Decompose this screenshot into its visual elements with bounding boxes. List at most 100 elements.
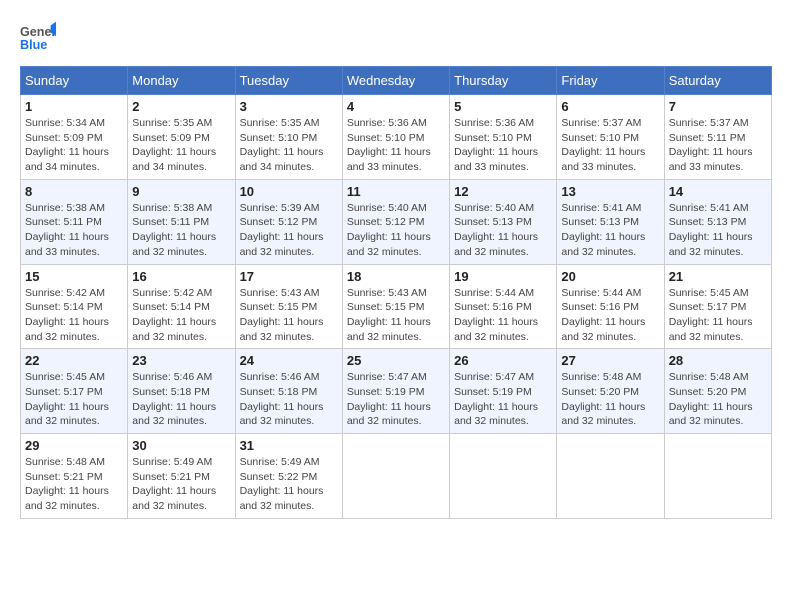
day-info: Sunrise: 5:36 AM Sunset: 5:10 PM Dayligh…: [454, 116, 552, 175]
day-info: Sunrise: 5:43 AM Sunset: 5:15 PM Dayligh…: [347, 286, 445, 345]
logo-area: General Blue: [20, 20, 60, 56]
calendar-cell: 21 Sunrise: 5:45 AM Sunset: 5:17 PM Dayl…: [664, 264, 771, 349]
day-info: Sunrise: 5:49 AM Sunset: 5:22 PM Dayligh…: [240, 455, 338, 514]
calendar-cell: 4 Sunrise: 5:36 AM Sunset: 5:10 PM Dayli…: [342, 95, 449, 180]
day-header-friday: Friday: [557, 67, 664, 95]
day-info: Sunrise: 5:48 AM Sunset: 5:20 PM Dayligh…: [669, 370, 767, 429]
calendar-header-row: SundayMondayTuesdayWednesdayThursdayFrid…: [21, 67, 772, 95]
day-info: Sunrise: 5:44 AM Sunset: 5:16 PM Dayligh…: [454, 286, 552, 345]
day-info: Sunrise: 5:38 AM Sunset: 5:11 PM Dayligh…: [132, 201, 230, 260]
calendar-cell: 28 Sunrise: 5:48 AM Sunset: 5:20 PM Dayl…: [664, 349, 771, 434]
calendar-week-row: 15 Sunrise: 5:42 AM Sunset: 5:14 PM Dayl…: [21, 264, 772, 349]
calendar-cell: 8 Sunrise: 5:38 AM Sunset: 5:11 PM Dayli…: [21, 179, 128, 264]
calendar-cell: [342, 434, 449, 519]
calendar-cell: 6 Sunrise: 5:37 AM Sunset: 5:10 PM Dayli…: [557, 95, 664, 180]
calendar-cell: 5 Sunrise: 5:36 AM Sunset: 5:10 PM Dayli…: [450, 95, 557, 180]
day-number: 9: [132, 184, 230, 199]
calendar-cell: 27 Sunrise: 5:48 AM Sunset: 5:20 PM Dayl…: [557, 349, 664, 434]
day-number: 19: [454, 269, 552, 284]
day-number: 26: [454, 353, 552, 368]
calendar-week-row: 1 Sunrise: 5:34 AM Sunset: 5:09 PM Dayli…: [21, 95, 772, 180]
day-info: Sunrise: 5:41 AM Sunset: 5:13 PM Dayligh…: [561, 201, 659, 260]
day-info: Sunrise: 5:41 AM Sunset: 5:13 PM Dayligh…: [669, 201, 767, 260]
day-header-tuesday: Tuesday: [235, 67, 342, 95]
day-info: Sunrise: 5:48 AM Sunset: 5:21 PM Dayligh…: [25, 455, 123, 514]
day-info: Sunrise: 5:36 AM Sunset: 5:10 PM Dayligh…: [347, 116, 445, 175]
calendar-week-row: 29 Sunrise: 5:48 AM Sunset: 5:21 PM Dayl…: [21, 434, 772, 519]
day-number: 18: [347, 269, 445, 284]
day-number: 25: [347, 353, 445, 368]
calendar-cell: 31 Sunrise: 5:49 AM Sunset: 5:22 PM Dayl…: [235, 434, 342, 519]
day-number: 8: [25, 184, 123, 199]
day-info: Sunrise: 5:45 AM Sunset: 5:17 PM Dayligh…: [25, 370, 123, 429]
day-info: Sunrise: 5:47 AM Sunset: 5:19 PM Dayligh…: [454, 370, 552, 429]
day-number: 31: [240, 438, 338, 453]
day-number: 10: [240, 184, 338, 199]
day-number: 17: [240, 269, 338, 284]
day-number: 6: [561, 99, 659, 114]
day-number: 12: [454, 184, 552, 199]
day-info: Sunrise: 5:35 AM Sunset: 5:10 PM Dayligh…: [240, 116, 338, 175]
day-number: 16: [132, 269, 230, 284]
day-info: Sunrise: 5:37 AM Sunset: 5:10 PM Dayligh…: [561, 116, 659, 175]
calendar-cell: 10 Sunrise: 5:39 AM Sunset: 5:12 PM Dayl…: [235, 179, 342, 264]
calendar-cell: 17 Sunrise: 5:43 AM Sunset: 5:15 PM Dayl…: [235, 264, 342, 349]
day-info: Sunrise: 5:35 AM Sunset: 5:09 PM Dayligh…: [132, 116, 230, 175]
calendar-cell: 25 Sunrise: 5:47 AM Sunset: 5:19 PM Dayl…: [342, 349, 449, 434]
calendar-week-row: 8 Sunrise: 5:38 AM Sunset: 5:11 PM Dayli…: [21, 179, 772, 264]
calendar-cell: 22 Sunrise: 5:45 AM Sunset: 5:17 PM Dayl…: [21, 349, 128, 434]
day-number: 2: [132, 99, 230, 114]
day-header-wednesday: Wednesday: [342, 67, 449, 95]
day-header-thursday: Thursday: [450, 67, 557, 95]
day-info: Sunrise: 5:47 AM Sunset: 5:19 PM Dayligh…: [347, 370, 445, 429]
day-number: 30: [132, 438, 230, 453]
day-number: 21: [669, 269, 767, 284]
day-info: Sunrise: 5:42 AM Sunset: 5:14 PM Dayligh…: [132, 286, 230, 345]
svg-text:Blue: Blue: [20, 38, 47, 52]
day-info: Sunrise: 5:34 AM Sunset: 5:09 PM Dayligh…: [25, 116, 123, 175]
calendar-cell: 18 Sunrise: 5:43 AM Sunset: 5:15 PM Dayl…: [342, 264, 449, 349]
day-info: Sunrise: 5:37 AM Sunset: 5:11 PM Dayligh…: [669, 116, 767, 175]
day-info: Sunrise: 5:46 AM Sunset: 5:18 PM Dayligh…: [132, 370, 230, 429]
day-info: Sunrise: 5:42 AM Sunset: 5:14 PM Dayligh…: [25, 286, 123, 345]
day-number: 11: [347, 184, 445, 199]
day-info: Sunrise: 5:39 AM Sunset: 5:12 PM Dayligh…: [240, 201, 338, 260]
day-info: Sunrise: 5:49 AM Sunset: 5:21 PM Dayligh…: [132, 455, 230, 514]
day-number: 7: [669, 99, 767, 114]
calendar-cell: 11 Sunrise: 5:40 AM Sunset: 5:12 PM Dayl…: [342, 179, 449, 264]
day-info: Sunrise: 5:40 AM Sunset: 5:13 PM Dayligh…: [454, 201, 552, 260]
calendar-cell: 20 Sunrise: 5:44 AM Sunset: 5:16 PM Dayl…: [557, 264, 664, 349]
day-number: 4: [347, 99, 445, 114]
calendar-cell: 3 Sunrise: 5:35 AM Sunset: 5:10 PM Dayli…: [235, 95, 342, 180]
day-info: Sunrise: 5:48 AM Sunset: 5:20 PM Dayligh…: [561, 370, 659, 429]
day-header-sunday: Sunday: [21, 67, 128, 95]
calendar-cell: [450, 434, 557, 519]
day-number: 22: [25, 353, 123, 368]
day-info: Sunrise: 5:38 AM Sunset: 5:11 PM Dayligh…: [25, 201, 123, 260]
calendar-cell: 13 Sunrise: 5:41 AM Sunset: 5:13 PM Dayl…: [557, 179, 664, 264]
calendar-cell: 19 Sunrise: 5:44 AM Sunset: 5:16 PM Dayl…: [450, 264, 557, 349]
calendar-cell: [557, 434, 664, 519]
day-header-saturday: Saturday: [664, 67, 771, 95]
day-number: 24: [240, 353, 338, 368]
day-number: 1: [25, 99, 123, 114]
day-number: 5: [454, 99, 552, 114]
calendar-cell: 15 Sunrise: 5:42 AM Sunset: 5:14 PM Dayl…: [21, 264, 128, 349]
calendar-cell: 14 Sunrise: 5:41 AM Sunset: 5:13 PM Dayl…: [664, 179, 771, 264]
day-number: 15: [25, 269, 123, 284]
logo-icon: General Blue: [20, 20, 56, 56]
calendar-cell: 29 Sunrise: 5:48 AM Sunset: 5:21 PM Dayl…: [21, 434, 128, 519]
day-info: Sunrise: 5:45 AM Sunset: 5:17 PM Dayligh…: [669, 286, 767, 345]
calendar-cell: 2 Sunrise: 5:35 AM Sunset: 5:09 PM Dayli…: [128, 95, 235, 180]
calendar-cell: 9 Sunrise: 5:38 AM Sunset: 5:11 PM Dayli…: [128, 179, 235, 264]
calendar-cell: [664, 434, 771, 519]
day-info: Sunrise: 5:43 AM Sunset: 5:15 PM Dayligh…: [240, 286, 338, 345]
day-number: 29: [25, 438, 123, 453]
day-number: 20: [561, 269, 659, 284]
header: General Blue: [20, 20, 772, 56]
calendar-cell: 16 Sunrise: 5:42 AM Sunset: 5:14 PM Dayl…: [128, 264, 235, 349]
calendar-cell: 26 Sunrise: 5:47 AM Sunset: 5:19 PM Dayl…: [450, 349, 557, 434]
day-number: 23: [132, 353, 230, 368]
calendar-cell: 12 Sunrise: 5:40 AM Sunset: 5:13 PM Dayl…: [450, 179, 557, 264]
calendar-cell: 30 Sunrise: 5:49 AM Sunset: 5:21 PM Dayl…: [128, 434, 235, 519]
